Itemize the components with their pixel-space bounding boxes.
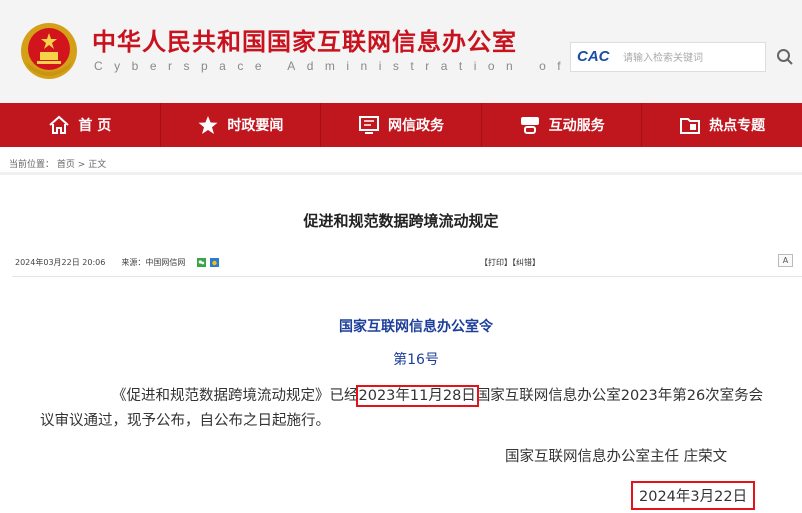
nav-label: 时政要闻 xyxy=(227,118,284,134)
article-date: 2024年03月22日 20:06 xyxy=(15,258,106,267)
article-title: 促进和规范数据跨境流动规定 xyxy=(303,212,499,230)
highlighted-date: 2023年11月28日 xyxy=(355,385,479,407)
nav-item-service[interactable]: 互动服务 xyxy=(482,103,643,147)
font-size-button[interactable]: A xyxy=(778,254,793,267)
order-number: 第16号 xyxy=(393,352,439,368)
nav-label: 首 页 xyxy=(78,118,112,134)
nav-item-news[interactable]: 时政要闻 xyxy=(161,103,322,147)
site-title[interactable]: 中华人民共和国国家互联网信息办公室 xyxy=(92,22,517,57)
search-input[interactable] xyxy=(621,47,765,69)
screen-icon xyxy=(358,116,379,134)
print-link[interactable]: 【打印】 xyxy=(480,258,512,267)
search-button[interactable] xyxy=(768,42,802,72)
folder-icon xyxy=(680,118,701,134)
breadcrumb: 当前位置： 首页 > 正文 xyxy=(9,157,106,170)
breadcrumb-home-link[interactable]: 首页 xyxy=(57,160,75,170)
nav-label: 热点专题 xyxy=(709,118,766,134)
article-source[interactable]: 中国网信网 xyxy=(145,257,185,268)
para-text: 《促进和规范数据跨境流动规定》已经 xyxy=(112,388,359,404)
nav-item-gov[interactable]: 网信政务 xyxy=(321,103,482,147)
breadcrumb-divider xyxy=(0,172,802,175)
main-nav: 首 页 时政要闻 网信政务 互动服务 热点专题 xyxy=(0,103,802,147)
service-icon xyxy=(520,117,539,134)
correct-link[interactable]: 【纠错】 xyxy=(512,258,540,267)
nav-item-home[interactable]: 首 页 xyxy=(0,103,161,147)
wechat-share-icon[interactable] xyxy=(197,258,207,267)
signatory: 国家互联网信息办公室主任 庄荣文 xyxy=(505,449,728,465)
national-emblem-icon[interactable] xyxy=(20,22,78,80)
nav-item-topics[interactable]: 热点专题 xyxy=(642,103,802,147)
search-icon xyxy=(777,49,793,65)
star-icon xyxy=(198,116,218,134)
order-title: 国家互联网信息办公室令 xyxy=(339,319,493,335)
article-actions: 【打印】【纠错】 xyxy=(480,257,540,268)
site-header: 中华人民共和国国家互联网信息办公室 Cyberspace Administrat… xyxy=(0,0,802,103)
article-paragraph: 《促进和规范数据跨境流动规定》已经2023年11月28日国家互联网信息办公室20… xyxy=(40,384,765,434)
breadcrumb-current: 正文 xyxy=(88,160,107,170)
meta-divider xyxy=(12,276,802,277)
signature-date: 2024年3月22日 xyxy=(631,481,756,510)
cac-logo: CAC xyxy=(577,48,610,65)
nav-label: 互动服务 xyxy=(548,118,605,134)
source-label: 来源： xyxy=(121,258,146,267)
weibo-share-icon[interactable] xyxy=(210,258,220,267)
home-icon xyxy=(49,115,70,134)
breadcrumb-separator: > xyxy=(77,160,86,170)
article-meta: 2024年03月22日 20:06 来源： 中国网信网 xyxy=(15,257,220,268)
breadcrumb-prefix: 当前位置： xyxy=(9,160,55,170)
nav-label: 网信政务 xyxy=(387,118,444,134)
search-box: CAC xyxy=(570,42,766,72)
